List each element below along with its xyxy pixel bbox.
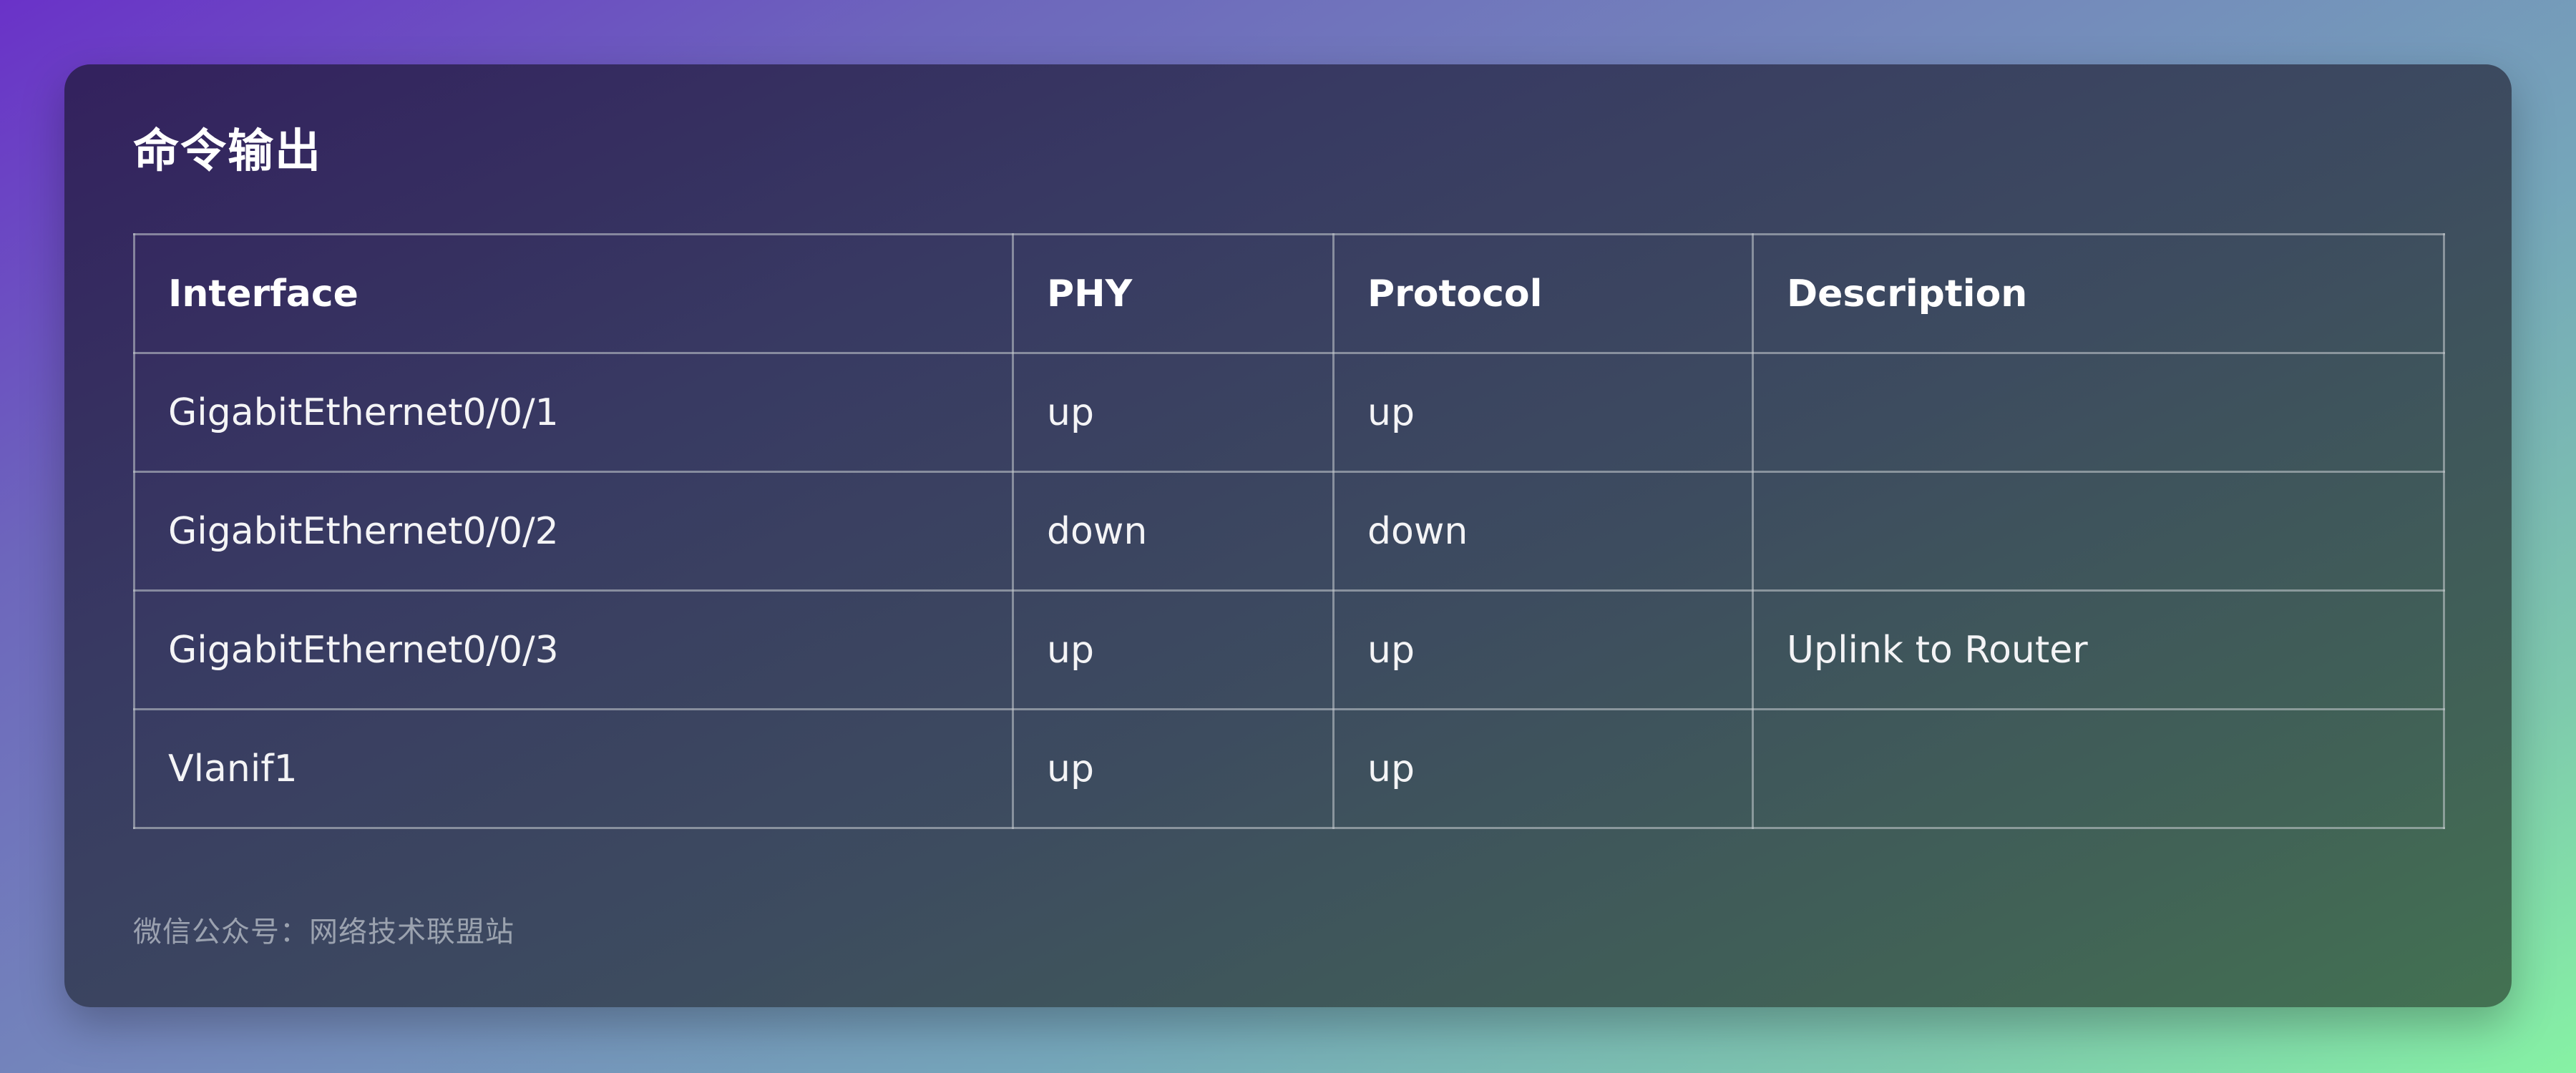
header-protocol: Protocol (1332, 233, 1754, 354)
cell-protocol: up (1332, 708, 1754, 829)
header-interface: Interface (133, 233, 1014, 354)
table-row: GigabitEthernet0/0/1 up up (133, 352, 2445, 473)
cell-protocol: up (1332, 589, 1754, 710)
cell-description (1752, 471, 2445, 592)
table-body: GigabitEthernet0/0/1 up up GigabitEthern… (133, 352, 2445, 829)
cell-phy: up (1012, 708, 1335, 829)
footer-caption: 微信公众号：网络技术联盟站 (133, 916, 514, 949)
cell-interface: GigabitEthernet0/0/3 (133, 589, 1014, 710)
table-header: Interface PHY Protocol Description (133, 233, 2445, 354)
cell-phy: down (1012, 471, 1335, 592)
interface-table: Interface PHY Protocol Description Gigab… (133, 233, 2445, 829)
header-phy: PHY (1012, 233, 1335, 354)
cell-phy: up (1012, 589, 1335, 710)
table-row: GigabitEthernet0/0/2 down down (133, 471, 2445, 592)
cell-interface: Vlanif1 (133, 708, 1014, 829)
output-card: 命令输出 Interface PHY Protocol Description … (64, 64, 2512, 1007)
header-description: Description (1752, 233, 2445, 354)
cell-phy: up (1012, 352, 1335, 473)
cell-description: Uplink to Router (1752, 589, 2445, 710)
cell-protocol: up (1332, 352, 1754, 473)
cell-description (1752, 708, 2445, 829)
cell-interface: GigabitEthernet0/0/1 (133, 352, 1014, 473)
cell-protocol: down (1332, 471, 1754, 592)
card-title: 命令输出 (133, 125, 322, 178)
cell-interface: GigabitEthernet0/0/2 (133, 471, 1014, 592)
table-row: Vlanif1 up up (133, 708, 2445, 829)
cell-description (1752, 352, 2445, 473)
header-row: Interface PHY Protocol Description (133, 233, 2445, 354)
table-row: GigabitEthernet0/0/3 up up Uplink to Rou… (133, 589, 2445, 710)
